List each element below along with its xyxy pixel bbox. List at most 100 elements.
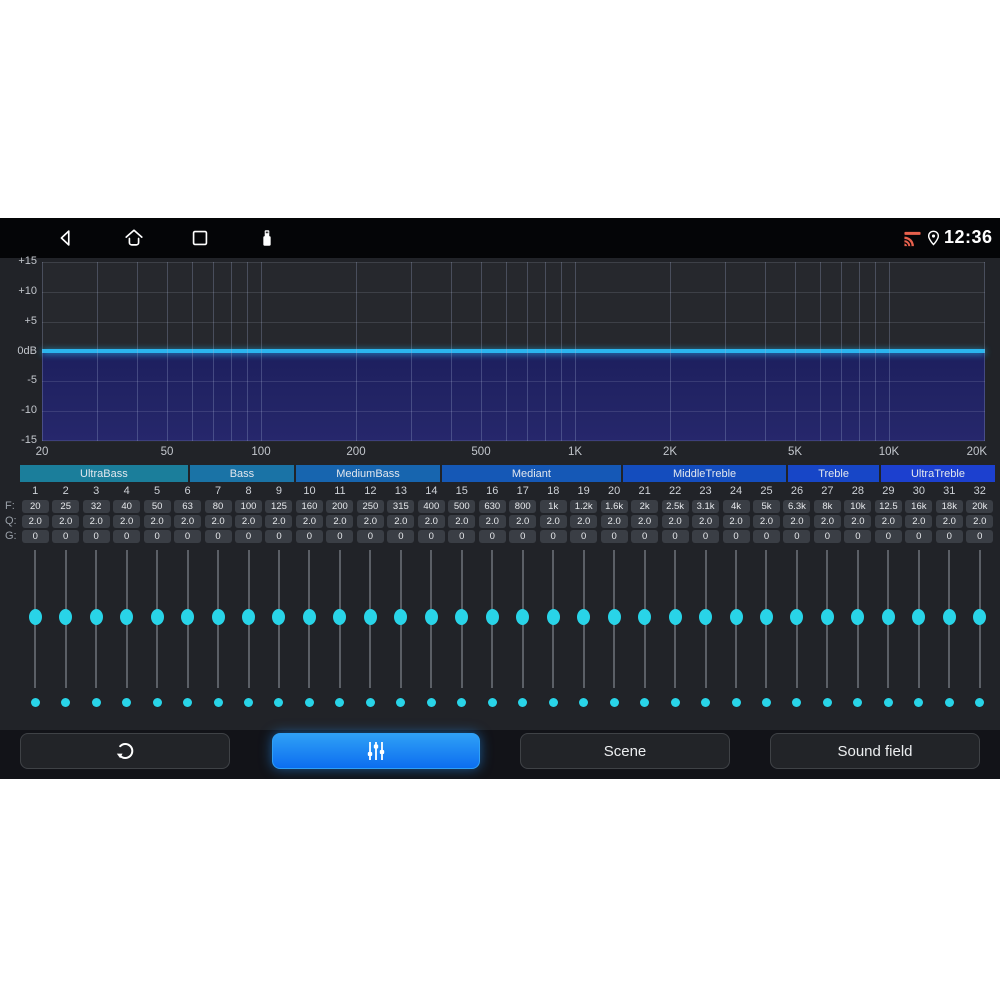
gain-slider[interactable] <box>690 550 720 690</box>
gain-slider[interactable] <box>568 550 598 690</box>
slider-dot <box>396 698 406 707</box>
slider-knob[interactable] <box>668 609 682 625</box>
slider-knob[interactable] <box>973 609 987 625</box>
gain-slider[interactable] <box>111 550 141 690</box>
slider-knob[interactable] <box>120 609 134 625</box>
slider-knob[interactable] <box>942 609 956 625</box>
slider-knob[interactable] <box>363 609 377 625</box>
eq-plot <box>42 262 985 442</box>
gain-slider[interactable] <box>20 550 50 690</box>
gain-slider[interactable] <box>843 550 873 690</box>
slider-knob[interactable] <box>272 609 286 625</box>
band-segment-middletreble[interactable]: MiddleTreble <box>622 465 787 482</box>
channel-column: 19 1.2k 2.0 0 <box>568 484 598 543</box>
channel-column: 23 3.1k 2.0 0 <box>690 484 720 543</box>
band-segment-treble[interactable]: Treble <box>788 465 879 482</box>
channel-column: 25 5k 2.0 0 <box>751 484 781 543</box>
scene-button[interactable]: Scene <box>520 733 730 769</box>
slider-dot <box>335 698 345 707</box>
slider-knob[interactable] <box>242 609 256 625</box>
slider-knob[interactable] <box>759 609 773 625</box>
slider-knob[interactable] <box>699 609 713 625</box>
band-segment-ultratreble[interactable]: UltraTreble <box>880 465 995 482</box>
slider-knob[interactable] <box>516 609 530 625</box>
slider-knob[interactable] <box>424 609 438 625</box>
gain-slider[interactable] <box>629 550 659 690</box>
equalizer-button[interactable] <box>272 733 480 769</box>
band-segment-mediumbass[interactable]: MediumBass <box>296 465 440 482</box>
slider-knob[interactable] <box>546 609 560 625</box>
freq-value: 1.6k <box>600 500 628 513</box>
slider-knob[interactable] <box>28 609 42 625</box>
gain-slider[interactable] <box>782 550 812 690</box>
channel-column: 5 50 2.0 0 <box>142 484 172 543</box>
gain-slider[interactable] <box>660 550 690 690</box>
gain-slider[interactable] <box>81 550 111 690</box>
gain-slider[interactable] <box>172 550 202 690</box>
slider-knob[interactable] <box>181 609 195 625</box>
bottom-button-bar: Scene Sound field <box>0 730 1000 779</box>
slider-knob[interactable] <box>638 609 652 625</box>
slider-knob[interactable] <box>302 609 316 625</box>
gain-slider[interactable] <box>934 550 964 690</box>
gain-slider[interactable] <box>873 550 903 690</box>
slider-knob[interactable] <box>394 609 408 625</box>
gain-slider[interactable] <box>294 550 324 690</box>
gain-slider[interactable] <box>264 550 294 690</box>
slider-knob[interactable] <box>577 609 591 625</box>
usb-icon[interactable] <box>256 227 278 249</box>
band-segment-bass[interactable]: Bass <box>189 465 295 482</box>
slider-knob[interactable] <box>912 609 926 625</box>
band-segment-ultrabass[interactable]: UltraBass <box>20 465 188 482</box>
slider-knob[interactable] <box>455 609 469 625</box>
sound-field-button[interactable]: Sound field <box>770 733 980 769</box>
gain-slider[interactable] <box>233 550 263 690</box>
reset-button[interactable] <box>20 733 230 769</box>
slider-knob[interactable] <box>89 609 103 625</box>
gain-slider[interactable] <box>416 550 446 690</box>
gain-slider[interactable] <box>142 550 172 690</box>
gridline-horizontal <box>42 381 985 382</box>
q-value: 2.0 <box>265 515 293 528</box>
gain-value: 0 <box>752 530 780 543</box>
gain-slider[interactable] <box>965 550 995 690</box>
slider-knob[interactable] <box>150 609 164 625</box>
gain-slider[interactable] <box>325 550 355 690</box>
slider-knob[interactable] <box>881 609 895 625</box>
gain-slider[interactable] <box>203 550 233 690</box>
gain-slider[interactable] <box>386 550 416 690</box>
gain-slider[interactable] <box>355 550 385 690</box>
gain-slider[interactable] <box>538 550 568 690</box>
slider-knob[interactable] <box>607 609 621 625</box>
gain-value: 0 <box>143 530 171 543</box>
back-icon[interactable] <box>55 227 77 249</box>
gain-slider[interactable] <box>751 550 781 690</box>
channel-number: 6 <box>184 485 191 497</box>
gain-slider[interactable] <box>904 550 934 690</box>
slider-knob[interactable] <box>59 609 73 625</box>
gain-value: 0 <box>661 530 689 543</box>
gain-slider[interactable] <box>812 550 842 690</box>
channel-number: 15 <box>455 485 468 497</box>
gain-slider[interactable] <box>508 550 538 690</box>
gain-slider[interactable] <box>447 550 477 690</box>
slider-knob[interactable] <box>790 609 804 625</box>
slider-knob[interactable] <box>729 609 743 625</box>
home-icon[interactable] <box>123 227 145 249</box>
gain-slider[interactable] <box>599 550 629 690</box>
band-segment-mediant[interactable]: Mediant <box>441 465 621 482</box>
channel-number: 12 <box>364 485 377 497</box>
slider-dot <box>975 698 985 707</box>
slider-knob[interactable] <box>211 609 225 625</box>
recents-icon[interactable] <box>189 227 211 249</box>
gain-slider[interactable] <box>721 550 751 690</box>
channel-column: 13 315 2.0 0 <box>386 484 416 543</box>
gain-slider[interactable] <box>477 550 507 690</box>
freq-value: 40 <box>113 500 141 513</box>
slider-knob[interactable] <box>851 609 865 625</box>
q-value: 2.0 <box>478 515 506 528</box>
slider-knob[interactable] <box>333 609 347 625</box>
slider-knob[interactable] <box>820 609 834 625</box>
slider-knob[interactable] <box>485 609 499 625</box>
gain-slider[interactable] <box>50 550 80 690</box>
